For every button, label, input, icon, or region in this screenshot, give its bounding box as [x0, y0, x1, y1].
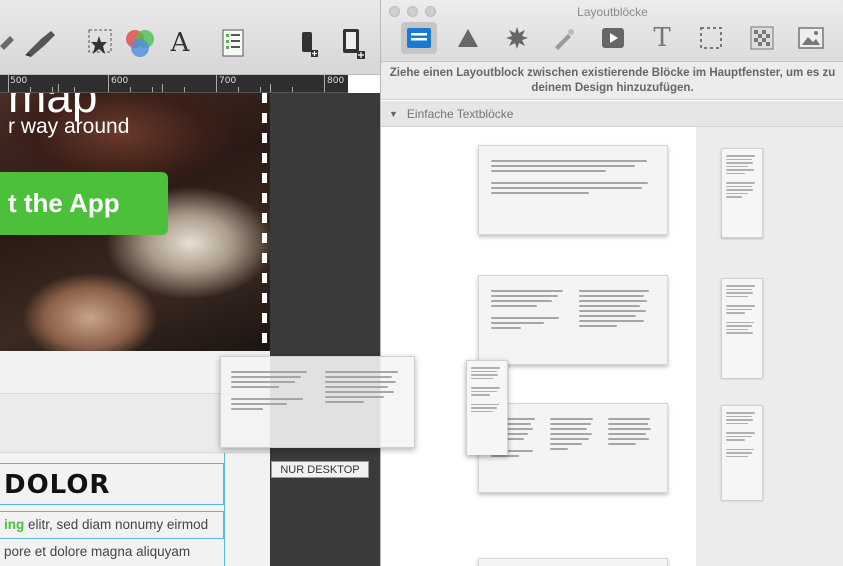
sparkle-selection-icon[interactable] — [78, 26, 118, 60]
shape-tab[interactable] — [450, 22, 486, 54]
horizontal-ruler: 500 600 700 800 — [0, 74, 348, 93]
add-phone-icon[interactable] — [297, 26, 321, 60]
text-icon[interactable]: A — [165, 26, 195, 60]
hero-section[interactable]: map r way around t the App — [0, 93, 270, 351]
small-thumbnail-column[interactable] — [696, 127, 843, 566]
ruler-label: 800 — [327, 76, 345, 86]
brush-icon[interactable] — [0, 26, 18, 60]
hero-subtitle: r way around — [8, 115, 130, 138]
text-block-tab[interactable] — [401, 22, 437, 54]
category-label: Einfache Textblöcke — [406, 106, 514, 121]
dragged-narrow-block[interactable] — [466, 360, 508, 455]
body-text-line: ing elitr, sed diam nonumy eirmod — [0, 511, 224, 539]
text-placeholder-lines — [491, 160, 655, 220]
get-app-button[interactable]: t the App — [0, 172, 168, 235]
text-placeholder-lines — [231, 371, 311, 433]
text-placeholder-lines — [549, 418, 597, 478]
app-window: A 500 600 700 800 map r way around t the… — [0, 0, 843, 566]
design-canvas[interactable]: map r way around t the App DOLOR ing eli… — [0, 93, 270, 566]
paint-bucket-icon[interactable] — [22, 26, 62, 60]
section-heading: DOLOR — [0, 463, 224, 505]
disclosure-triangle-icon[interactable]: ▼ — [389, 109, 398, 119]
text-placeholder-lines — [579, 290, 655, 350]
selection-tab[interactable] — [693, 22, 729, 54]
panel-hint: Ziehe einen Layoutblock zwischen existie… — [381, 62, 843, 100]
highlighted-word: ing — [4, 517, 25, 532]
one-column-text-block[interactable] — [478, 145, 668, 235]
badge-tab[interactable] — [499, 22, 535, 54]
ruler-label: 500 — [10, 76, 28, 86]
narrow-text-block-torn[interactable] — [721, 405, 763, 500]
narrow-text-block[interactable] — [721, 148, 763, 238]
column-guide — [224, 453, 225, 566]
color-circles-icon[interactable] — [120, 26, 160, 60]
body-text-line: pore et dolore magna aliquyam — [4, 544, 191, 559]
ruler-label: 600 — [111, 76, 129, 86]
pen-tab[interactable] — [546, 22, 582, 54]
panel-titlebar: Layoutblöcke T — [381, 0, 843, 62]
text-block-thumbnail[interactable] — [478, 558, 668, 566]
selection-guide — [262, 93, 267, 351]
text-placeholder-lines — [608, 418, 655, 478]
editor-toolbar: A — [0, 0, 380, 75]
two-column-text-block[interactable] — [478, 275, 668, 365]
text-placeholder-lines — [324, 371, 405, 433]
add-tablet-icon[interactable] — [338, 26, 368, 60]
ruler-label: 700 — [219, 76, 237, 86]
panel-title: Layoutblöcke — [577, 5, 648, 19]
image-tab[interactable] — [793, 22, 829, 54]
canvas-margin — [270, 93, 380, 566]
dragged-block-preview[interactable] — [220, 356, 415, 448]
body-text-fragment: elitr, sed diam nonumy eirmod — [24, 517, 209, 532]
device-visibility-badge[interactable]: NUR DESKTOP — [271, 461, 369, 478]
layout-blocks-panel: Layoutblöcke T Ziehe einen Layoutblock z… — [380, 0, 843, 566]
video-tab[interactable] — [595, 22, 631, 54]
text-tab[interactable]: T — [644, 22, 680, 54]
pattern-tab[interactable] — [744, 22, 780, 54]
checklist-icon[interactable] — [218, 26, 248, 60]
narrow-text-block-torn[interactable] — [721, 278, 763, 378]
text-placeholder-lines — [491, 290, 567, 350]
category-header[interactable]: ▼ Einfache Textblöcke — [381, 101, 843, 127]
